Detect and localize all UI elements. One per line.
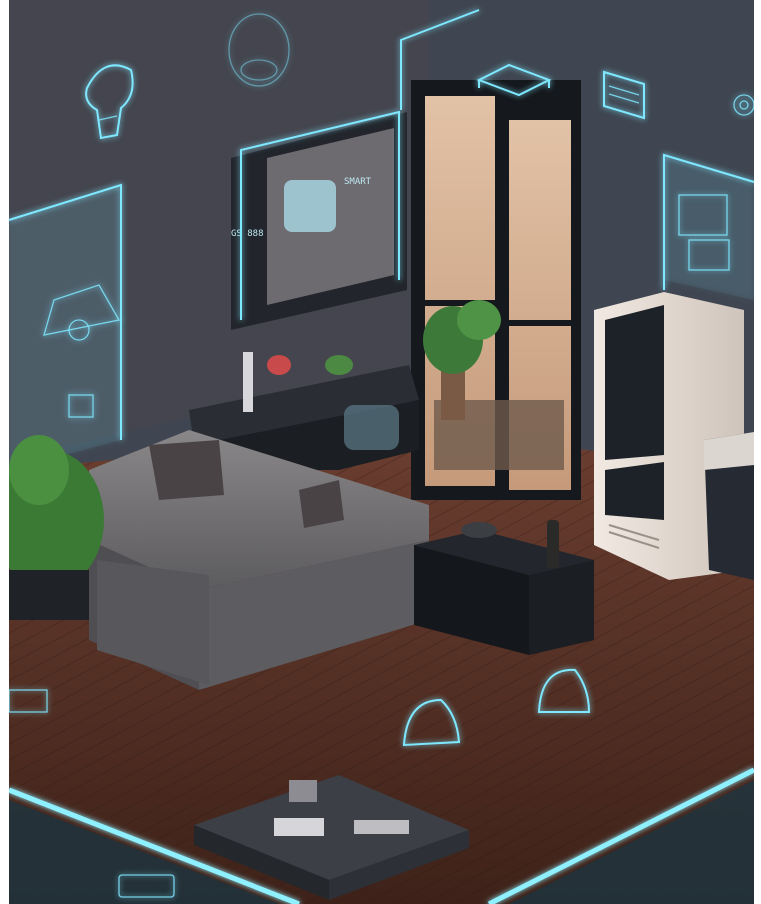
smart-home-illustration: GS 888 SMART xyxy=(9,0,754,904)
scene-svg: GS 888 SMART xyxy=(9,0,754,904)
tv-label-left: GS 888 xyxy=(231,229,264,239)
kitchen-counter xyxy=(704,432,754,580)
right-appliance-panel-icon xyxy=(663,153,754,300)
appliance-panel-icon xyxy=(9,183,122,470)
balcony-door xyxy=(411,80,581,500)
tv-label-right: SMART xyxy=(344,177,372,187)
